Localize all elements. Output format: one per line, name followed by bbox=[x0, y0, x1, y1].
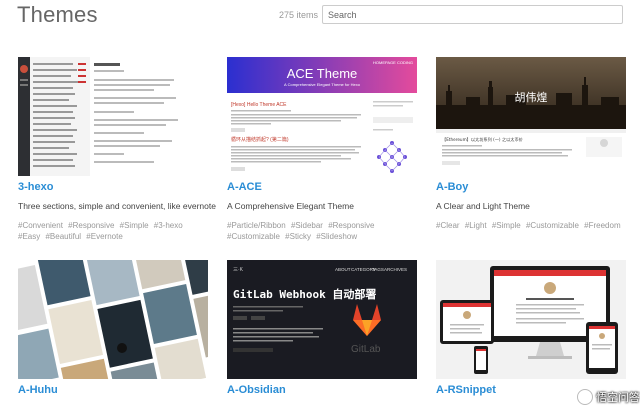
ace-banner-title: ACE Theme bbox=[287, 66, 358, 81]
theme-name-link[interactable]: A-ACE bbox=[227, 181, 262, 193]
theme-tag[interactable]: #3-hexo bbox=[154, 221, 183, 230]
theme-card-a-huhu[interactable]: A-Huhu bbox=[18, 260, 208, 401]
theme-tag[interactable]: #Responsive bbox=[68, 221, 114, 230]
watermark: 悟空问答 bbox=[577, 389, 640, 405]
theme-description: Three sections, simple and convenient, l… bbox=[18, 201, 216, 211]
theme-card-a-obsidian[interactable]: 三·K ABOUT CATEGORY TAGS ARCHIVES GitLab … bbox=[227, 260, 417, 401]
theme-description: A Clear and Light Theme bbox=[436, 201, 530, 211]
item-count: 275 items bbox=[279, 10, 319, 20]
theme-thumbnail[interactable] bbox=[18, 260, 208, 379]
theme-tags: #Convenient #Responsive #Simple #3-hexo … bbox=[18, 220, 208, 242]
theme-name-link[interactable]: A-RSnippet bbox=[436, 384, 496, 396]
theme-card-a-boy[interactable]: 胡伟煌 【Ethereum】以太坊系列 (一) 之以太币价 A-Boy A Cl… bbox=[436, 57, 626, 247]
theme-tag[interactable]: #Clear bbox=[436, 221, 460, 230]
theme-card-3-hexo[interactable]: 3-hexo Three sections, simple and conven… bbox=[18, 57, 216, 247]
theme-tag[interactable]: #Simple bbox=[492, 221, 521, 230]
theme-tags: #Clear #Light #Simple #Customizable #Fre… bbox=[436, 220, 626, 231]
theme-tag[interactable]: #Light bbox=[465, 221, 487, 230]
gitlab-logo-text: GitLab bbox=[351, 344, 381, 355]
theme-thumbnail[interactable] bbox=[436, 260, 626, 379]
ace-banner-subtitle: A Comprehensive Elegant Theme for Hexo bbox=[284, 82, 361, 87]
theme-name-link[interactable]: 3-hexo bbox=[18, 181, 53, 193]
ace-post-title-2: 循环从描结抓起? (第二篇) bbox=[231, 136, 289, 143]
theme-tag[interactable]: #Customizable bbox=[526, 221, 579, 230]
watermark-text: 悟空问答 bbox=[596, 392, 640, 404]
theme-name-link[interactable]: A-Huhu bbox=[18, 384, 58, 396]
theme-description: A Comprehensive Elegant Theme bbox=[227, 201, 354, 211]
theme-tag[interactable]: #Convenient bbox=[18, 221, 63, 230]
theme-tag[interactable]: #Customizable bbox=[227, 232, 280, 241]
ace-nav-item: HOMEPAGE bbox=[373, 60, 396, 65]
theme-tag[interactable]: #Particle/Ribbon bbox=[227, 221, 286, 230]
obsidian-nav-item: ARCHIVES bbox=[384, 267, 407, 272]
theme-thumbnail[interactable]: 三·K ABOUT CATEGORY TAGS ARCHIVES GitLab … bbox=[227, 260, 417, 379]
theme-tag[interactable]: #Responsive bbox=[328, 221, 374, 230]
theme-tag[interactable]: #Simple bbox=[120, 221, 149, 230]
theme-thumbnail[interactable]: HOMEPAGE CODING ACE Theme A Comprehensiv… bbox=[227, 57, 417, 176]
obsidian-nav-item: ABOUT bbox=[335, 267, 351, 272]
boy-post-title: 【Ethereum】以太坊系列 (一) 之以太币价 bbox=[442, 136, 524, 143]
page-title: Themes bbox=[17, 2, 98, 27]
search-input[interactable] bbox=[322, 5, 623, 24]
boy-banner-text: 胡伟煌 bbox=[515, 90, 548, 104]
theme-tag[interactable]: #Evernote bbox=[86, 232, 122, 241]
theme-tag[interactable]: #Sidebar bbox=[291, 221, 323, 230]
theme-name-link[interactable]: A-Boy bbox=[436, 181, 468, 193]
theme-tag[interactable]: #Freedom bbox=[584, 221, 620, 230]
theme-thumbnail[interactable] bbox=[18, 57, 208, 176]
theme-tag[interactable]: #Sticky bbox=[285, 232, 311, 241]
theme-tag[interactable]: #Slideshow bbox=[316, 232, 357, 241]
page-header: Themes 275 items bbox=[0, 0, 640, 40]
theme-card-a-rsnippet[interactable]: A-RSnippet 悟空问答 bbox=[436, 260, 640, 405]
theme-thumbnail[interactable]: 胡伟煌 【Ethereum】以太坊系列 (一) 之以太币价 bbox=[436, 57, 626, 176]
ace-nav-item: CODING bbox=[397, 60, 413, 65]
theme-tag[interactable]: #Easy bbox=[18, 232, 40, 241]
theme-card-a-ace[interactable]: HOMEPAGE CODING ACE Theme A Comprehensiv… bbox=[227, 57, 417, 247]
ace-post-title: [Hexo] Hello Theme ACE bbox=[231, 102, 287, 108]
watermark-logo-icon bbox=[577, 389, 593, 405]
theme-tag[interactable]: #Beautiful bbox=[45, 232, 81, 241]
theme-tags: #Particle/Ribbon #Sidebar #Responsive #C… bbox=[227, 220, 417, 242]
theme-name-link[interactable]: A-Obsidian bbox=[227, 384, 286, 396]
svg-text:三·K: 三·K bbox=[233, 267, 244, 273]
obsidian-headline: GitLab Webhook 自动部署 bbox=[233, 287, 376, 301]
obsidian-nav-item: TAGS bbox=[372, 267, 384, 272]
